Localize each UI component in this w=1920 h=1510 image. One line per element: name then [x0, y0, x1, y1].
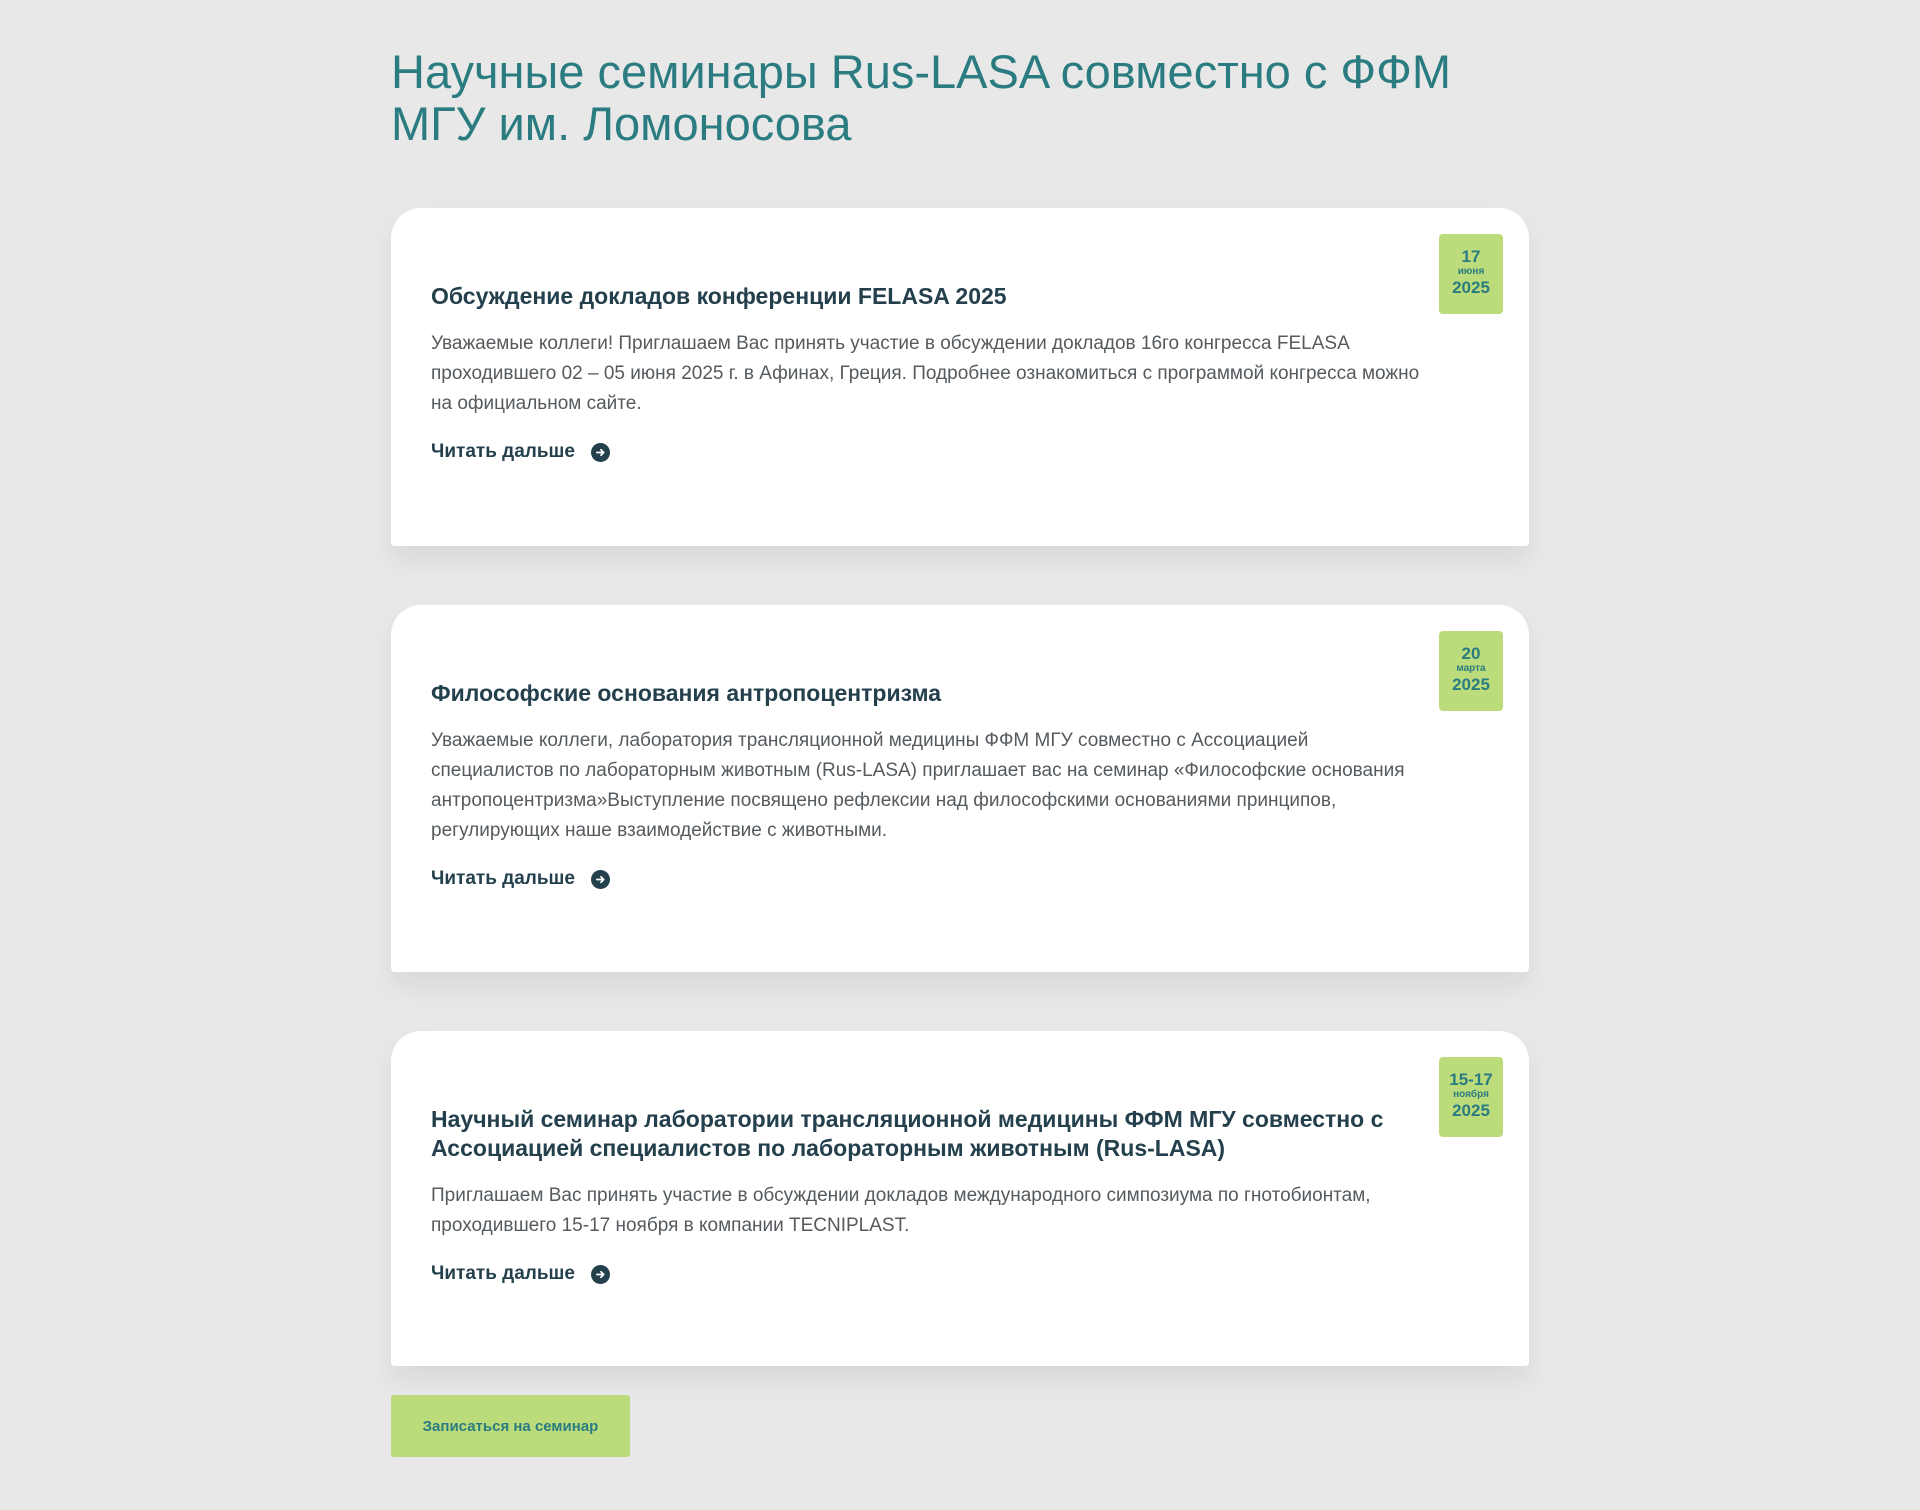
arrow-right-circle-icon [590, 442, 610, 462]
read-more-label: Читать дальше [431, 868, 575, 889]
seminar-list: 17 июня 2025 Обсуждение докладов конфере… [391, 208, 1529, 1366]
seminar-card: 17 июня 2025 Обсуждение докладов конфере… [391, 208, 1529, 546]
date-badge: 20 марта 2025 [1439, 631, 1503, 711]
date-day: 15-17 [1449, 1070, 1493, 1089]
seminar-description: Уважаемые коллеги, лаборатория трансляци… [431, 730, 1405, 841]
date-month: марта [1456, 663, 1486, 674]
main-container: Научные семинары Rus-LASA совместно с ФФ… [391, 0, 1529, 1457]
read-more-link[interactable]: Читать дальше [431, 868, 610, 890]
date-year: 2025 [1452, 278, 1490, 297]
seminar-title[interactable]: Научный семинар лаборатории трансляционн… [431, 1105, 1424, 1163]
read-more-label: Читать дальше [431, 1263, 575, 1284]
read-more-label: Читать дальше [431, 441, 575, 462]
date-year: 2025 [1452, 1101, 1490, 1120]
date-day: 20 [1461, 644, 1481, 663]
date-month: ноября [1453, 1089, 1489, 1100]
date-day: 17 [1461, 247, 1481, 266]
seminar-description: Уважаемые коллеги! Приглашаем Вас принят… [431, 333, 1420, 414]
read-more-link[interactable]: Читать дальше [431, 1263, 610, 1285]
seminar-title[interactable]: Обсуждение докладов конференции FELASA 2… [431, 282, 1424, 311]
signup-seminar-button[interactable]: Записаться на семинар [391, 1395, 630, 1457]
seminar-title[interactable]: Философские основания антропоцентризма [431, 679, 1424, 708]
read-more-link[interactable]: Читать дальше [431, 441, 610, 463]
page-title: Научные семинары Rus-LASA совместно с ФФ… [391, 45, 1452, 150]
seminar-card: 15-17 ноября 2025 Научный семинар лабора… [391, 1031, 1529, 1366]
date-badge: 15-17 ноября 2025 [1439, 1057, 1503, 1137]
date-badge: 17 июня 2025 [1439, 234, 1503, 314]
arrow-right-circle-icon [590, 869, 610, 889]
arrow-right-circle-icon [590, 1264, 610, 1284]
date-month: июня [1457, 266, 1485, 277]
seminar-description: Приглашаем Вас принять участие в обсужде… [431, 1185, 1371, 1236]
date-year: 2025 [1452, 675, 1490, 694]
seminar-card: 20 марта 2025 Философские основания антр… [391, 605, 1529, 972]
